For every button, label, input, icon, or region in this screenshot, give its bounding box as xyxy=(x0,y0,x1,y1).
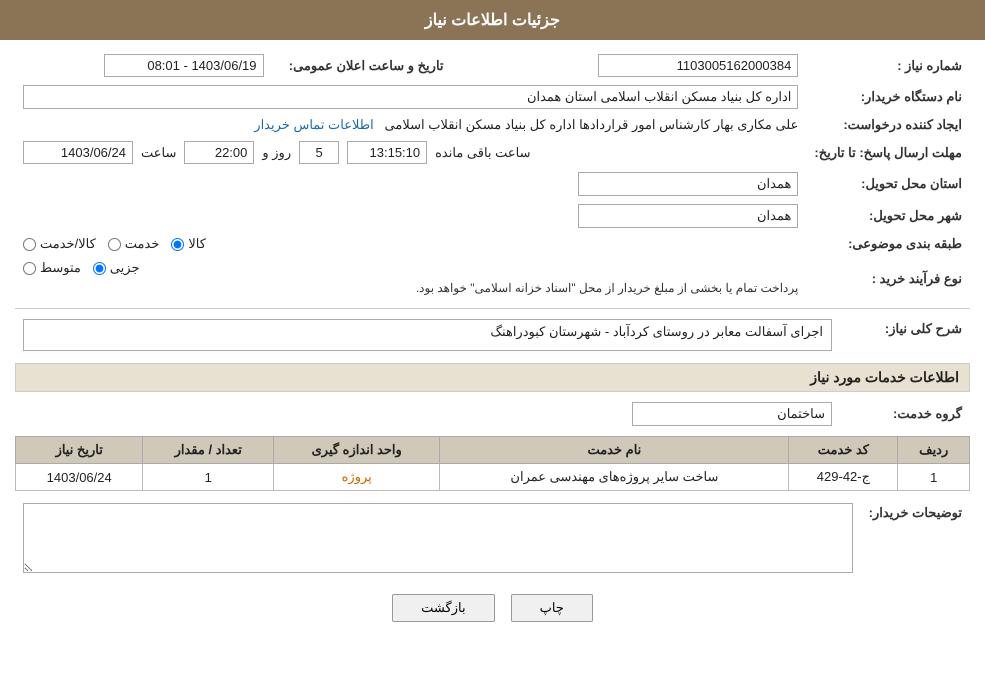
info-table: شماره نیاز : 1103005162000384 تاریخ و سا… xyxy=(15,50,970,302)
radio-kala-input[interactable] xyxy=(171,238,184,251)
province-value: همدان xyxy=(15,168,806,200)
page-title: جزئیات اطلاعات نیاز xyxy=(425,12,560,29)
cell-row: 1 xyxy=(898,464,970,491)
radio-kala-khadamat-input[interactable] xyxy=(23,238,36,251)
buyer-desc-value xyxy=(15,499,861,580)
print-button[interactable]: چاپ xyxy=(511,594,593,622)
col-code: کد خدمت xyxy=(789,437,898,464)
deadline-days-label: روز و xyxy=(262,145,291,161)
category-label: طبقه بندی موضوعی: xyxy=(806,232,970,256)
table-row: 1 ج-42-429 ساخت سایر پروژه‌های مهندسی عم… xyxy=(16,464,970,491)
radio-khadamat[interactable]: خدمت xyxy=(108,236,160,252)
deadline-days-input: 5 xyxy=(299,141,339,164)
city-value: همدان xyxy=(15,200,806,232)
deadline-remain-input: 13:15:10 xyxy=(347,141,427,164)
province-input: همدان xyxy=(578,172,798,196)
city-label: شهر محل تحویل: xyxy=(806,200,970,232)
service-group-table: گروه خدمت: ساختمان xyxy=(15,398,970,430)
radio-jozei-input[interactable] xyxy=(93,262,106,275)
buyer-name-value: اداره کل بنیاد مسکن انقلاب اسلامی استان … xyxy=(15,81,806,113)
deadline-remain-label: ساعت باقی مانده xyxy=(435,145,530,161)
purchase-note: پرداخت تمام یا بخشی از مبلغ خریدار از مح… xyxy=(23,281,798,295)
radio-kala[interactable]: کالا xyxy=(171,236,206,252)
radio-jozei[interactable]: جزیی xyxy=(93,260,140,276)
buttons-row: چاپ بازگشت xyxy=(15,594,970,622)
deadline-row: 1403/06/24 ساعت 22:00 روز و 5 13:15:10 xyxy=(15,137,806,168)
buyer-desc-textarea[interactable] xyxy=(23,503,853,573)
purchase-type-label: نوع فرآیند خرید : xyxy=(806,256,970,302)
deadline-label: مهلت ارسال پاسخ: تا تاریخ: xyxy=(806,137,970,168)
radio-khadamat-input[interactable] xyxy=(108,238,121,251)
need-desc-label: شرح کلی نیاز: xyxy=(840,315,970,355)
page-wrapper: جزئیات اطلاعات نیاز شماره نیاز : 1103005… xyxy=(0,0,985,691)
deadline-time-label: ساعت xyxy=(141,145,176,161)
service-group-label: گروه خدمت: xyxy=(840,398,970,430)
need-desc-input: اجرای آسفالت معابر در روستای کردآباد - ش… xyxy=(23,319,832,351)
radio-kala-label: کالا xyxy=(188,236,206,252)
col-unit: واحد اندازه گیری xyxy=(274,437,440,464)
col-date: تاریخ نیاز xyxy=(16,437,143,464)
category-row: کالا/خدمت خدمت کالا xyxy=(15,232,806,256)
radio-motavasset-input[interactable] xyxy=(23,262,36,275)
service-group-value: ساختمان xyxy=(15,398,840,430)
requester-value: علی مکاری بهار کارشناس امور قراردادها اد… xyxy=(15,113,806,137)
requester-link[interactable]: اطلاعات تماس خریدار xyxy=(254,117,373,132)
need-number-value: 1103005162000384 xyxy=(492,50,807,81)
radio-kala-khadamat-label: کالا/خدمت xyxy=(40,236,96,252)
province-label: استان محل تحویل: xyxy=(806,168,970,200)
need-desc-value: اجرای آسفالت معابر در روستای کردآباد - ش… xyxy=(15,315,840,355)
radio-jozei-label: جزیی xyxy=(110,260,140,276)
requester-label: ایجاد کننده درخواست: xyxy=(806,113,970,137)
announcement-value: 1403/06/19 - 08:01 xyxy=(15,50,272,81)
purchase-type-row: متوسط جزیی پرداخت تمام یا بخشی از مبلغ خ… xyxy=(15,256,806,302)
announcement-label: تاریخ و ساعت اعلان عمومی: xyxy=(272,50,452,81)
desc-table: شرح کلی نیاز: اجرای آسفالت معابر در روست… xyxy=(15,315,970,355)
radio-khadamat-label: خدمت xyxy=(125,236,160,252)
cell-unit: پروژه xyxy=(274,464,440,491)
announcement-input: 1403/06/19 - 08:01 xyxy=(104,54,264,77)
city-input: همدان xyxy=(578,204,798,228)
content-area: شماره نیاز : 1103005162000384 تاریخ و سا… xyxy=(0,40,985,642)
cell-name: ساخت سایر پروژه‌های مهندسی عمران xyxy=(440,464,789,491)
radio-motavasset-label: متوسط xyxy=(40,260,81,276)
need-number-input: 1103005162000384 xyxy=(598,54,798,77)
buyer-name-input: اداره کل بنیاد مسکن انقلاب اسلامی استان … xyxy=(23,85,798,109)
cell-date: 1403/06/24 xyxy=(16,464,143,491)
deadline-date-input: 1403/06/24 xyxy=(23,141,133,164)
deadline-time-input: 22:00 xyxy=(184,141,254,164)
service-group-input: ساختمان xyxy=(632,402,832,426)
radio-motavasset[interactable]: متوسط xyxy=(23,260,81,276)
buyer-desc-table: توضیحات خریدار: xyxy=(15,499,970,580)
services-section-title: اطلاعات خدمات مورد نیاز xyxy=(15,363,970,392)
radio-kala-khadamat[interactable]: کالا/خدمت xyxy=(23,236,96,252)
buyer-desc-label: توضیحات خریدار: xyxy=(861,499,970,580)
cell-code: ج-42-429 xyxy=(789,464,898,491)
cell-qty: 1 xyxy=(143,464,274,491)
col-name: نام خدمت xyxy=(440,437,789,464)
back-button[interactable]: بازگشت xyxy=(392,594,494,622)
separator-1 xyxy=(15,308,970,309)
need-number-label: شماره نیاز : xyxy=(806,50,970,81)
page-header: جزئیات اطلاعات نیاز xyxy=(0,0,985,40)
col-qty: تعداد / مقدار xyxy=(143,437,274,464)
buyer-name-label: نام دستگاه خریدار: xyxy=(806,81,970,113)
col-row: ردیف xyxy=(898,437,970,464)
services-table: ردیف کد خدمت نام خدمت واحد اندازه گیری ت… xyxy=(15,436,970,491)
